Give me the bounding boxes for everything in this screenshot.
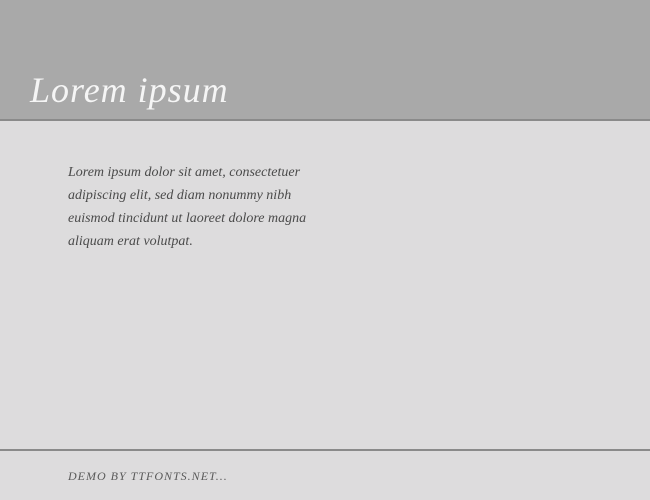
- body-paragraph: Lorem ipsum dolor sit amet, consectetuer…: [68, 161, 328, 253]
- page-title: Lorem ipsum: [30, 69, 229, 111]
- content-area: Lorem ipsum dolor sit amet, consectetuer…: [0, 121, 650, 451]
- footer-area: DEMO BY TTFONTS.NET...: [0, 451, 650, 500]
- header-banner: Lorem ipsum: [0, 0, 650, 119]
- footer-text: DEMO BY TTFONTS.NET...: [68, 469, 582, 484]
